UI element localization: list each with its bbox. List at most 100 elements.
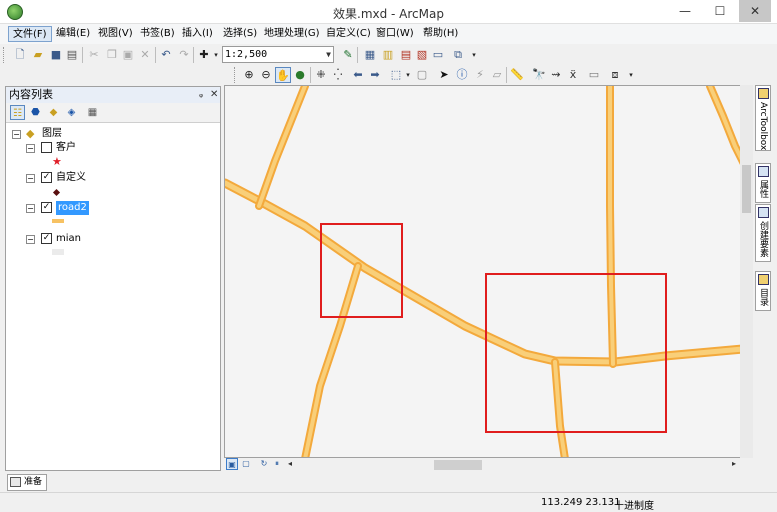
menu-help[interactable]: 帮助(H)	[419, 26, 462, 42]
paste-icon[interactable]: ▣	[120, 47, 136, 63]
map-display[interactable]	[224, 85, 753, 458]
road-segment	[225, 180, 752, 365]
editor-icon[interactable]: ✎	[340, 47, 356, 63]
identify-icon[interactable]: ⓘ	[454, 67, 470, 83]
toc-options-icon[interactable]: ▦	[85, 105, 100, 120]
print-icon[interactable]: ▤	[64, 47, 80, 63]
toolbar-grip[interactable]	[3, 47, 6, 63]
find-icon[interactable]: 🔭	[531, 67, 547, 83]
pause-drawing-icon[interactable]: ⏸	[271, 458, 283, 470]
map-scale-select[interactable]: 1:2,500 ▼	[222, 46, 334, 63]
tab-create-features[interactable]: 创建要素	[755, 204, 771, 262]
zoom-in-icon[interactable]: ⊕	[241, 67, 257, 83]
minimize-button[interactable]: —	[669, 0, 701, 22]
vertical-scrollbar[interactable]	[740, 85, 753, 458]
layer-visibility-checkbox[interactable]: ✓	[41, 233, 52, 244]
open-icon[interactable]: ▰	[30, 47, 46, 63]
back-icon[interactable]: ⬅	[350, 67, 366, 83]
refresh-icon[interactable]: ↻	[258, 458, 270, 470]
list-by-source-icon[interactable]: ⬣	[28, 105, 43, 120]
model-builder-icon[interactable]: ⧉	[450, 47, 466, 63]
python-icon[interactable]: ▭	[430, 47, 446, 63]
copy-icon[interactable]: ❐	[104, 47, 120, 63]
chevron-down-icon[interactable]: ▾	[623, 67, 639, 83]
undo-icon[interactable]: ↶	[158, 47, 174, 63]
chevron-down-icon[interactable]: ▾	[466, 47, 482, 63]
tab-prepare[interactable]: 准备	[7, 474, 47, 491]
tab-catalog[interactable]: 目录	[755, 271, 771, 311]
collapse-icon[interactable]: −	[26, 204, 35, 213]
collapse-icon[interactable]: −	[26, 144, 35, 153]
menu-geoprocessing[interactable]: 地理处理(G)	[260, 26, 324, 42]
zoom-out-icon[interactable]: ⊖	[258, 67, 274, 83]
layer-label[interactable]: mian	[56, 232, 81, 246]
menu-selection[interactable]: 选择(S)	[219, 26, 261, 42]
window-title: 效果.mxd - ArcMap	[333, 7, 444, 21]
close-icon[interactable]: ✕	[210, 87, 218, 103]
close-button[interactable]: ✕	[739, 0, 771, 22]
toolbar-separator	[155, 47, 156, 63]
layer-label[interactable]: 自定义	[56, 171, 86, 185]
arctoolbox-icon[interactable]: ▧	[414, 47, 430, 63]
map-canvas[interactable]	[225, 86, 753, 458]
create-viewer-icon[interactable]: ⧈	[607, 67, 623, 83]
horizontal-scroll-thumb[interactable]	[434, 460, 482, 470]
pan-icon[interactable]: ✋	[275, 67, 291, 83]
layer-visibility-checkbox[interactable]: ✓	[41, 202, 52, 213]
list-by-drawing-order-icon[interactable]: ☷	[10, 105, 25, 120]
tab-arctoolbox[interactable]: ArcToolbox	[755, 85, 771, 151]
layer-label-selected[interactable]: road2	[56, 201, 89, 215]
clear-selection-icon[interactable]: ▢	[414, 67, 430, 83]
tab-attributes[interactable]: 属性	[755, 163, 771, 203]
data-view-icon[interactable]: ▣	[226, 458, 238, 470]
menu-view[interactable]: 视图(V)	[94, 26, 137, 42]
hyperlink-icon[interactable]: ⚡	[472, 67, 488, 83]
delete-icon[interactable]: ✕	[137, 47, 153, 63]
save-icon[interactable]: ■	[48, 47, 64, 63]
menu-customize[interactable]: 自定义(C)	[322, 26, 375, 42]
new-document-icon[interactable]: 🗋	[12, 47, 28, 63]
collapse-icon[interactable]: −	[26, 235, 35, 244]
vertical-scroll-thumb[interactable]	[742, 165, 751, 213]
menu-edit[interactable]: 编辑(E)	[52, 26, 94, 42]
html-popup-icon[interactable]: ▱	[489, 67, 505, 83]
layer-row[interactable]: − ✓ mian	[26, 232, 146, 246]
search-icon[interactable]: ▤	[398, 47, 414, 63]
table-of-contents-icon[interactable]: ▦	[362, 47, 378, 63]
layer-row[interactable]: − ✓ road2	[26, 201, 146, 215]
layer-row[interactable]: − ✓ 自定义	[26, 171, 146, 185]
select-elements-icon[interactable]: ➤	[436, 67, 452, 83]
maximize-button[interactable]: ☐	[704, 0, 736, 22]
layer-visibility-checkbox[interactable]	[41, 142, 52, 153]
fixed-zoom-in-icon[interactable]: ⁜	[313, 67, 329, 83]
go-to-xy-icon[interactable]: ẍ	[565, 67, 581, 83]
scroll-right-icon[interactable]: ▸	[728, 458, 740, 470]
toolbar-grip[interactable]	[234, 67, 237, 83]
road-segment	[257, 86, 307, 208]
menu-file[interactable]: 文件(F)	[8, 26, 52, 42]
tree-root-layers[interactable]: − ◆ 图层	[12, 127, 132, 141]
list-by-visibility-icon[interactable]: ◆	[46, 105, 61, 120]
collapse-icon[interactable]: −	[12, 130, 21, 139]
layout-view-icon[interactable]: ▢	[240, 458, 252, 470]
menu-window[interactable]: 窗口(W)	[372, 26, 418, 42]
catalog-icon[interactable]: ▥	[380, 47, 396, 63]
menu-bookmarks[interactable]: 书签(B)	[136, 26, 179, 42]
full-extent-icon[interactable]: ●	[292, 67, 308, 83]
menu-insert[interactable]: 插入(I)	[178, 26, 217, 42]
fixed-zoom-out-icon[interactable]: ⁛	[330, 67, 346, 83]
layer-label[interactable]: 客户	[56, 141, 76, 155]
layer-visibility-checkbox[interactable]: ✓	[41, 172, 52, 183]
cut-icon[interactable]: ✂	[86, 47, 102, 63]
measure-icon[interactable]: 📏	[509, 67, 525, 83]
forward-icon[interactable]: ➡	[367, 67, 383, 83]
pin-icon[interactable]: ᵩ	[199, 87, 203, 103]
redo-icon[interactable]: ↷	[176, 47, 192, 63]
collapse-icon[interactable]: −	[26, 174, 35, 183]
find-route-icon[interactable]: ⇝	[548, 67, 564, 83]
time-slider-icon[interactable]: ▭	[586, 67, 602, 83]
layer-row[interactable]: − 客户	[26, 141, 146, 155]
toolbar-separator	[357, 47, 358, 63]
scroll-left-icon[interactable]: ◂	[284, 458, 296, 470]
list-by-selection-icon[interactable]: ◈	[64, 105, 79, 120]
